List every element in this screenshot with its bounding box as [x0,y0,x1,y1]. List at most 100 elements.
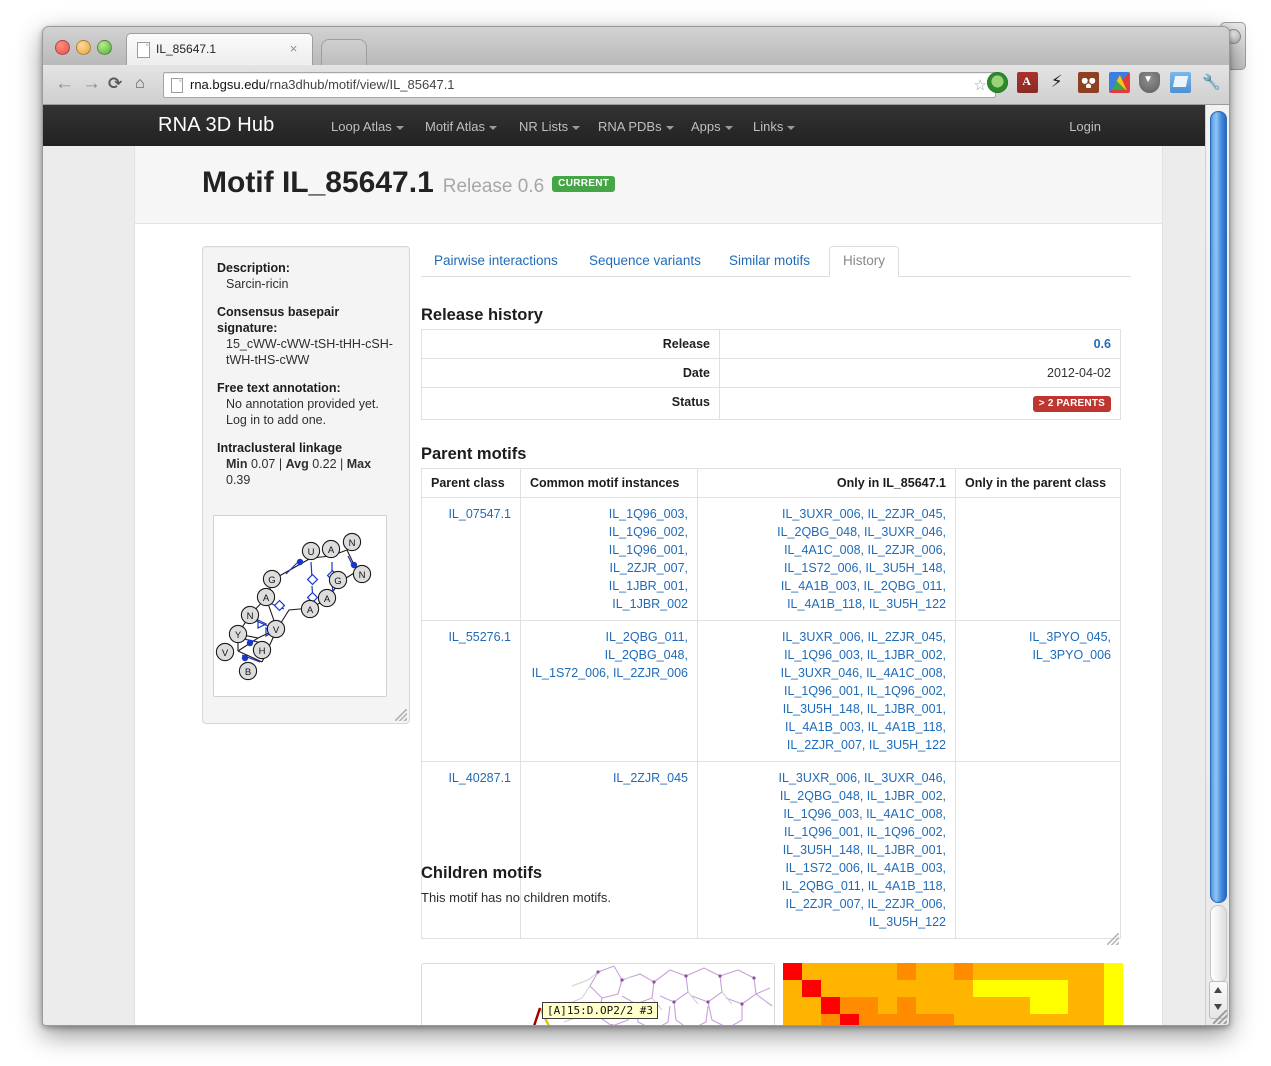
molecule-tooltip: [A]15:D.OP2/2 #3 [542,1002,658,1019]
tab-pairwise-interactions[interactable]: Pairwise interactions [421,246,571,275]
only-in-motif-cell[interactable]: IL_3UXR_006, IL_2ZJR_045, IL_2QBG_048, I… [698,498,956,621]
signature-block: Consensus basepair signature: 15_cWW-cWW… [217,304,395,368]
panel-resize-handle[interactable] [395,709,407,721]
svg-text:A: A [324,594,331,605]
tab-similar-motifs[interactable]: Similar motifs [716,246,823,275]
only-in-motif-cell[interactable]: IL_3UXR_006, IL_3UXR_046, IL_2QBG_048, I… [698,762,956,939]
window-resize-handle[interactable] [1213,1010,1227,1024]
reload-icon[interactable]: ⟳ [108,74,122,94]
nav-label: Apps [691,119,721,134]
nav-item-loop-atlas[interactable]: Loop Atlas [331,119,404,134]
svg-text:A: A [328,545,335,556]
status-row-label: Status [422,388,720,420]
nav-item-links[interactable]: Links [753,119,795,134]
release-row-label: Release [422,330,720,359]
wrench-icon[interactable] [1200,72,1221,93]
new-tab-button[interactable] [321,39,367,66]
svg-text:V: V [273,625,280,636]
browser-tab-title: IL_85647.1 [156,42,276,56]
chevron-down-icon [572,126,580,130]
page-info-icon [171,78,183,93]
motif-info-panel: Description: Sarcin-ricin Consensus base… [202,246,410,724]
forward-arrow-icon[interactable]: → [82,74,101,94]
close-icon[interactable]: × [287,42,300,55]
heatmap-panel[interactable] [783,963,1123,1025]
page-scrollbar[interactable] [1205,105,1229,1025]
svg-text:Y: Y [235,630,242,641]
table-row: IL_40287.1 IL_2ZJR_045 IL_3UXR_006, IL_3… [422,762,1121,939]
nav-item-apps[interactable]: Apps [691,119,733,134]
description-value: Sarcin-ricin [217,276,395,292]
common-instances-cell[interactable]: IL_1Q96_003, IL_1Q96_002, IL_1Q96_001, I… [521,498,698,621]
scrollbar-thumb[interactable] [1210,111,1227,903]
annotation-block: Free text annotation: No annotation prov… [217,380,395,428]
page-release-label: Release 0.6 [443,176,544,197]
common-instances-cell[interactable]: IL_2ZJR_045 [521,762,698,939]
chevron-down-icon [489,126,497,130]
adblock-icon[interactable] [987,72,1008,93]
ghostery-icon[interactable] [1078,72,1099,93]
column-header-only-in-parent: Only in the parent class [956,469,1121,498]
browser-tab[interactable]: IL_85647.1 × [126,33,313,66]
readability-icon[interactable] [1170,72,1191,93]
parent-class-cell[interactable]: IL_40287.1 [422,762,521,939]
chevron-down-icon [787,126,795,130]
table-header-row: Parent class Common motif instances Only… [422,469,1121,498]
browser-toolbar: ← → ⟳ ⌂ rna.bgsu.edu/rna3dhub/motif/view… [43,65,1229,105]
nav-item-motif-atlas[interactable]: Motif Atlas [425,119,497,134]
home-icon[interactable]: ⌂ [135,74,145,94]
common-instances-cell[interactable]: IL_2QBG_011, IL_2QBG_048, IL_1S72_006, I… [521,621,698,762]
viewer-resize-handle[interactable] [1107,933,1119,945]
molecule-viewer[interactable]: [A]15:D.OP2/2 #3 [421,963,775,1025]
dictionary-icon[interactable] [1017,72,1038,93]
page-file-icon [137,42,150,58]
nav-label: Links [753,119,783,134]
nav-item-nr-lists[interactable]: NR Lists [519,119,580,134]
linkage-values: Min 0.07 | Avg 0.22 | Max 0.39 [217,456,395,488]
linkage-label: Intraclusteral linkage [217,440,395,456]
annotation-value: No annotation provided yet. Log in to ad… [217,396,395,428]
column-header-parent-class: Parent class [422,469,521,498]
nav-item-rna-pdbs[interactable]: RNA PDBs [598,119,674,134]
linkage-min-value: 0.07 [251,457,275,471]
svg-text:B: B [245,667,251,678]
chevron-down-icon [725,126,733,130]
site-brand[interactable]: RNA 3D Hub [158,114,275,137]
lightning-icon[interactable] [1048,72,1069,93]
chevron-down-icon [666,126,674,130]
linkage-max-value: 0.39 [226,473,250,487]
release-history-heading: Release history [421,306,543,325]
annotation-label: Free text annotation: [217,380,395,396]
svg-text:N: N [349,538,356,549]
release-row-value: 0.6 [720,330,1121,359]
parent-class-cell[interactable]: IL_07547.1 [422,498,521,621]
nav-label: RNA PDBs [598,119,662,134]
table-row: Status > 2 PARENTS [422,388,1121,420]
pocket-icon[interactable] [1139,72,1160,93]
only-in-parent-cell [956,762,1121,939]
svg-text:A: A [263,593,270,604]
children-motifs-note: This motif has no children motifs. [421,890,611,905]
only-in-motif-cell[interactable]: IL_3UXR_006, IL_2ZJR_045, IL_1Q96_003, I… [698,621,956,762]
window-close-button[interactable] [55,40,70,55]
desktop-background: IL_85647.1 × ← → ⟳ ⌂ rna.bgsu.edu/rna3dh… [0,0,1271,1066]
only-in-parent-cell[interactable]: IL_3PYO_045, IL_3PYO_006 [956,621,1121,762]
window-maximize-button[interactable] [97,40,112,55]
table-row: Release 0.6 [422,330,1121,359]
back-arrow-icon[interactable]: ← [55,74,74,94]
status-row-value: > 2 PARENTS [720,388,1121,420]
status-badge-parents: > 2 PARENTS [1033,396,1111,412]
evernote-icon[interactable] [1109,72,1130,93]
secondary-structure-svg: U A N N G A A G A N [214,516,386,696]
browser-window: IL_85647.1 × ← → ⟳ ⌂ rna.bgsu.edu/rna3dh… [42,26,1230,1026]
scroll-up-icon[interactable] [1214,987,1222,993]
login-link[interactable]: Login [1069,119,1101,134]
address-bar[interactable]: rna.bgsu.edu/rna3dhub/motif/view/IL_8564… [163,72,996,98]
release-link[interactable]: 0.6 [1094,337,1111,351]
tab-sequence-variants[interactable]: Sequence variants [576,246,714,275]
tab-history[interactable]: History [829,246,899,277]
svg-text:N: N [247,611,254,622]
scrollbar-track[interactable] [1210,905,1227,983]
parent-class-cell[interactable]: IL_55276.1 [422,621,521,762]
window-minimize-button[interactable] [76,40,91,55]
